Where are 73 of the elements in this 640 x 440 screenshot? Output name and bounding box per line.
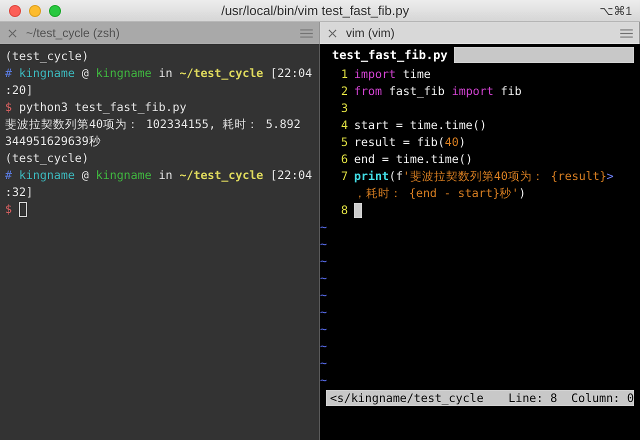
empty-line-marker: ~ — [320, 253, 327, 270]
code-string: '斐波拉契数列第40项为： {result} — [402, 168, 607, 185]
code-keyword: from — [354, 83, 382, 100]
prompt-path: ~/test_cycle — [180, 167, 264, 184]
window-shortcut: ⌥⌘1 — [599, 4, 633, 18]
window-title: /usr/local/bin/vim test_fast_fib.py — [220, 3, 410, 18]
close-icon[interactable] — [328, 28, 337, 38]
terminal-text: 斐波拉契数列第40项为： 102334155, 耗时： 5.892 — [5, 116, 301, 133]
terminal-text: (test_cycle) — [5, 150, 89, 167]
menu-icon[interactable] — [620, 28, 633, 38]
terminal-text: [22:04 — [269, 167, 312, 184]
terminal-text: in — [158, 65, 174, 82]
status-path: <s/kingname/test_cycle — [330, 391, 484, 405]
prompt-dollar: $ — [5, 201, 12, 218]
terminal-text: (test_cycle) — [5, 48, 89, 65]
line-number: 6 — [340, 151, 349, 168]
empty-line-marker: ~ — [320, 355, 327, 372]
terminal-text: result = fib( — [354, 134, 445, 151]
zoom-button[interactable] — [49, 4, 61, 16]
prompt-host: kingname — [96, 65, 152, 82]
prompt-host: kingname — [96, 167, 152, 184]
empty-line-marker: ~ — [320, 321, 327, 338]
prompt-user: kingname — [18, 65, 75, 82]
terminal-text: :32] — [5, 184, 33, 201]
prompt-dollar: $ — [5, 99, 12, 116]
empty-line-marker: ~ — [320, 287, 327, 304]
file-tab[interactable]: test_fast_fib.py — [326, 48, 448, 62]
terminal-text: :20] — [5, 82, 33, 99]
line-number: 5 — [340, 134, 349, 151]
prompt-hash: # — [5, 167, 12, 184]
wrap-marker: > — [606, 168, 614, 185]
line-number: 3 — [340, 100, 349, 117]
terminal-text: python3 test_fast_fib.py — [18, 99, 186, 116]
prompt-user: kingname — [18, 167, 75, 184]
terminal-text: end = time.time() — [354, 151, 473, 168]
tab-label: vim (vim) — [346, 26, 396, 40]
empty-line-marker: ~ — [320, 219, 327, 236]
close-button[interactable] — [9, 4, 21, 16]
empty-line-marker: ~ — [320, 338, 327, 355]
line-number: 8 — [340, 202, 349, 219]
code-builtin: print — [354, 168, 389, 185]
terminal-text: fib — [500, 83, 522, 100]
terminal-text: time — [402, 66, 431, 83]
empty-line-marker: ~ — [320, 304, 327, 321]
code-keyword: import — [452, 83, 494, 100]
terminal-text: ) — [518, 185, 526, 202]
prompt-hash: # — [5, 65, 12, 82]
empty-line-marker: ~ — [320, 270, 327, 287]
terminal-tab[interactable]: vim (vim) — [320, 22, 640, 44]
terminal-text: 344951629639秒 — [5, 133, 101, 150]
code-string: ，耗时： {end - start}秒' — [354, 185, 519, 202]
line-number: 1 — [340, 66, 349, 83]
minimize-button[interactable] — [29, 4, 41, 16]
terminal-text: ) — [458, 134, 466, 151]
terminal-text: @ — [80, 167, 90, 184]
line-number: 4 — [340, 117, 349, 134]
terminal-text: @ — [80, 65, 90, 82]
empty-line-marker: ~ — [320, 236, 327, 253]
menu-icon[interactable] — [300, 28, 313, 38]
terminal-text: in — [158, 167, 174, 184]
terminal-text: [22:04 — [269, 65, 312, 82]
code-number: 40 — [444, 134, 459, 151]
line-number: 2 — [340, 83, 349, 100]
terminal-text: fast_fib — [388, 83, 446, 100]
tab-label: ~/test_cycle (zsh) — [26, 26, 121, 40]
close-icon[interactable] — [8, 28, 17, 38]
terminal-text: start = time.time() — [354, 117, 487, 134]
code-keyword: import — [354, 66, 396, 83]
status-position: Line: 8 Column: 0 — [508, 391, 634, 405]
prompt-path: ~/test_cycle — [180, 65, 264, 82]
empty-line-marker: ~ — [320, 372, 327, 389]
terminal-text: (f — [388, 168, 403, 185]
line-number: 7 — [340, 168, 349, 185]
